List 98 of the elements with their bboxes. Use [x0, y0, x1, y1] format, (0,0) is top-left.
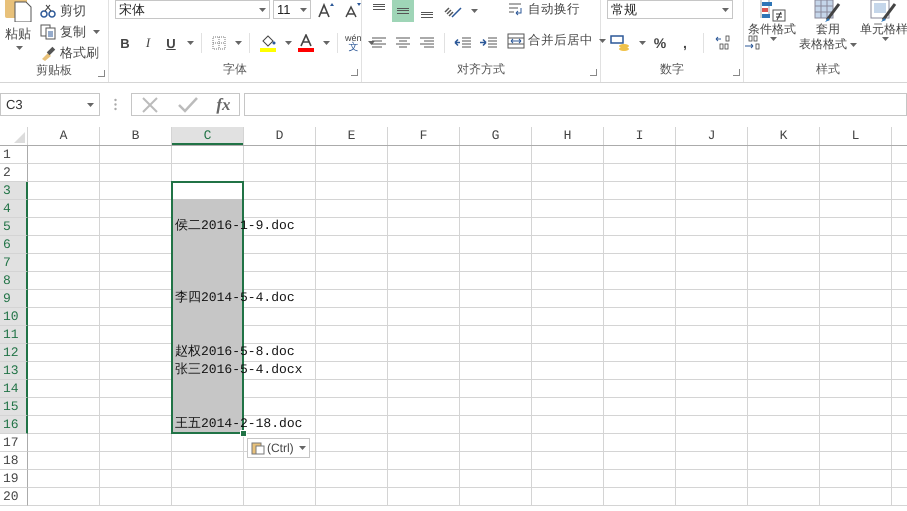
caret-icon — [87, 102, 94, 106]
row-header[interactable]: 14 — [0, 380, 28, 398]
merge-center-button[interactable]: 合并后居中 — [507, 31, 606, 50]
column-header[interactable]: F — [388, 127, 460, 145]
dialog-launcher-icon[interactable] — [733, 69, 740, 76]
column-header[interactable]: I — [604, 127, 676, 145]
column-header[interactable]: J — [676, 127, 748, 145]
borders-icon[interactable] — [212, 36, 226, 50]
row-header[interactable]: 6 — [0, 236, 28, 254]
column-header[interactable]: L — [820, 127, 892, 145]
clipboard-icon — [251, 441, 265, 455]
phonetic-guide-button[interactable]: wén 文 — [345, 33, 362, 53]
row-header[interactable]: 11 — [0, 326, 28, 344]
caret-icon — [850, 42, 857, 46]
check-icon[interactable] — [177, 96, 200, 114]
caret-icon — [300, 8, 307, 12]
align-lines-icon — [373, 3, 385, 11]
align-lines-icon — [395, 37, 411, 49]
cut-button[interactable]: 剪切 — [40, 1, 100, 20]
row-header[interactable]: 5 — [0, 218, 28, 236]
painter-button[interactable]: 格式刷 — [40, 43, 100, 62]
increase-indent-icon[interactable] — [480, 36, 498, 50]
scissors-icon — [40, 4, 56, 18]
caret-icon — [93, 30, 100, 34]
row-header[interactable]: 16 — [0, 416, 28, 434]
caret-icon[interactable] — [471, 9, 478, 13]
dialog-launcher-icon[interactable] — [98, 70, 105, 77]
align-lines-icon — [397, 7, 409, 15]
column-header[interactable]: C — [172, 127, 244, 145]
align-middle-button[interactable] — [392, 0, 414, 22]
wrap-text-button[interactable]: 自动换行 — [507, 0, 606, 19]
number-format-field[interactable]: 常规 — [607, 0, 733, 19]
table-brush-icon — [813, 0, 843, 22]
caret-icon — [16, 46, 23, 50]
insert-function-button[interactable]: fx — [216, 94, 231, 114]
column-header[interactable]: K — [748, 127, 820, 145]
fill-handle[interactable] — [240, 430, 247, 437]
copy-icon — [40, 24, 56, 40]
row-header[interactable]: 8 — [0, 272, 28, 290]
dialog-launcher-icon[interactable] — [590, 69, 597, 76]
column-header[interactable]: D — [244, 127, 316, 145]
caret-icon — [298, 446, 306, 450]
decrease-indent-icon[interactable] — [454, 36, 472, 50]
font-name-field[interactable]: 宋体 — [115, 0, 270, 19]
group-title: 数字 — [660, 60, 684, 78]
align-lines-icon — [371, 37, 387, 49]
group-title: 对齐方式 — [457, 60, 505, 78]
font-size-field[interactable]: 11 — [273, 0, 311, 19]
row-header[interactable]: 4 — [0, 200, 28, 218]
row-header[interactable]: 10 — [0, 308, 28, 326]
caret-icon — [882, 37, 889, 41]
caret-icon — [599, 38, 606, 42]
row-header[interactable]: 3 — [0, 182, 28, 200]
caret-icon — [722, 8, 729, 12]
merge-cells-icon — [507, 32, 525, 48]
caret-icon[interactable] — [368, 41, 375, 45]
row-header[interactable]: 9 — [0, 290, 28, 308]
percent-button[interactable]: % — [649, 33, 671, 53]
paste-button[interactable]: 粘贴 — [0, 0, 36, 50]
fill-color-icon[interactable] — [260, 34, 276, 52]
triangle-icon — [14, 132, 25, 143]
font-color-icon[interactable] — [298, 34, 314, 52]
italic-button[interactable]: I — [138, 33, 158, 53]
table-style-button[interactable]: 套用 表格格式 — [800, 0, 856, 52]
row-header[interactable]: 15 — [0, 398, 28, 416]
align-lines-icon — [421, 11, 433, 19]
caret-icon[interactable] — [323, 41, 330, 45]
dialog-launcher-icon[interactable] — [351, 69, 358, 76]
caret-icon — [770, 37, 777, 41]
caret-icon[interactable] — [285, 41, 292, 45]
grow-font-icon[interactable] — [317, 2, 335, 18]
caret-icon — [259, 8, 266, 12]
row-header[interactable]: 7 — [0, 254, 28, 272]
group-title: 样式 — [816, 60, 840, 78]
name-box[interactable]: C3 — [0, 93, 100, 116]
paste-options-button[interactable]: (Ctrl) — [247, 438, 310, 458]
caret-icon[interactable] — [235, 41, 242, 45]
shrink-font-icon[interactable] — [344, 2, 362, 18]
dots-icon — [114, 98, 117, 111]
group-title: 剪贴板 — [36, 62, 72, 79]
bold-button[interactable]: B — [115, 33, 135, 53]
comma-button[interactable]: , — [674, 33, 696, 53]
group-title: 字体 — [223, 60, 247, 78]
formula-field[interactable] — [244, 93, 907, 116]
column-header[interactable]: H — [532, 127, 604, 145]
caret-icon[interactable] — [187, 41, 194, 45]
currency-icon[interactable] — [610, 35, 630, 51]
align-lines-icon — [419, 37, 435, 49]
caret-icon[interactable] — [639, 41, 646, 45]
row-header[interactable]: 13 — [0, 362, 28, 380]
brush-icon — [40, 44, 56, 60]
underline-button[interactable]: U — [161, 33, 181, 53]
copy-button[interactable]: 复制 — [40, 22, 100, 41]
column-header[interactable]: A — [28, 127, 100, 145]
row-header[interactable]: 12 — [0, 344, 28, 362]
column-header[interactable]: E — [316, 127, 388, 145]
column-header[interactable]: G — [460, 127, 532, 145]
conditional-style-button[interactable]: 条件格式 — [744, 0, 800, 41]
